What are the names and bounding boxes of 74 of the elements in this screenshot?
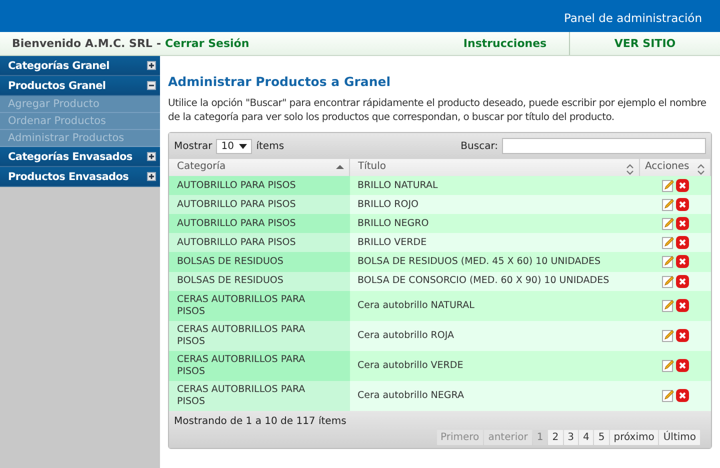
table-cell: CERAS AUTOBRILLOS PARA PISOS [169,380,350,411]
sidebar-section[interactable]: Productos Granel [0,76,160,96]
sidebar-section[interactable]: Categorías Granel [0,56,160,76]
table-cell: Cera autobrillo ROJA [350,320,640,351]
search-label: Buscar: [460,140,498,152]
expand-icon[interactable] [147,172,156,181]
table-cell: AUTOBRILLO PARA PISOS [169,176,350,196]
column-header[interactable]: Categoría [169,159,350,176]
edit-icon[interactable] [662,198,674,212]
edit-icon[interactable] [662,255,674,268]
table-cell: AUTOBRILLO PARA PISOS [169,233,350,252]
panel-title: Panel de administración [564,11,702,25]
logout-link[interactable]: Cerrar Sesión [165,37,250,50]
show-label: Mostrar [174,140,212,152]
table-cell: BOLSAS DE RESIDUOS [169,252,350,272]
page-button[interactable]: 4 [578,430,594,445]
sort-icon[interactable] [626,164,634,174]
edit-icon[interactable] [662,359,674,372]
table-cell: BOLSAS DE RESIDUOS [169,272,350,291]
table-cell: BRILLO NATURAL [350,176,640,196]
page-button[interactable]: próximo [610,430,658,445]
welcome-text: Bienvenido A.M.C. SRL [12,37,152,50]
table-cell: BRILLO NEGRO [350,214,640,234]
collapse-icon[interactable] [147,81,156,90]
search-field[interactable] [502,138,706,154]
edit-icon[interactable] [662,179,674,192]
table-cell: BOLSA DE RESIDUOS (MED. 45 X 60) 10 UNIDADES [350,252,640,272]
expand-icon[interactable] [147,61,156,70]
edit-icon[interactable] [662,274,674,288]
delete-icon[interactable] [676,217,688,230]
page-button[interactable]: 5 [594,430,609,445]
table-cell: Cera autobrillo NEGRA [350,380,640,411]
edit-icon[interactable] [662,299,674,312]
description-text: Utilice la opción "Buscar" para encontrar rápidamente el producto deseado, puede escribir por ejemplo el nombre de la categoría para ver solo los productos que correspondan, o buscar por título del producto. [168,97,708,125]
table-cell: AUTOBRILLO PARA PISOS [169,214,350,234]
column-header[interactable]: Acciones [640,159,710,176]
separator-text: - [156,37,162,50]
sidebar-section[interactable]: Categorías Envasados [0,147,160,167]
edit-icon[interactable] [662,217,674,230]
table-cell: CERAS AUTOBRILLOS PARA PISOS [169,350,350,381]
sidebar-section[interactable]: Productos Envasados [0,167,160,187]
delete-icon[interactable] [676,359,688,372]
column-header[interactable]: Título [350,159,640,176]
table-cell: BOLSA DE CONSORCIO (MED. 60 X 90) 10 UNIDADES [350,272,640,291]
table-cell: AUTOBRILLO PARA PISOS [169,195,350,214]
table-cell: CERAS AUTOBRILLOS PARA PISOS [169,290,350,321]
page-size-select[interactable]: 10 [216,138,252,154]
delete-icon[interactable] [676,274,688,288]
table-cell: Cera autobrillo NATURAL [350,290,640,321]
sort-icon[interactable] [697,164,705,174]
table-cell: BRILLO VERDE [350,233,640,252]
table-cell: Cera autobrillo VERDE [350,350,640,381]
nav-link[interactable]: Instrucciones [441,32,569,55]
edit-icon[interactable] [662,389,674,402]
page-button[interactable]: 2 [548,430,563,445]
page-button[interactable]: Último [659,430,700,445]
expand-icon[interactable] [147,152,156,161]
delete-icon[interactable] [676,179,688,192]
caret-icon [239,144,248,148]
page-button[interactable]: 3 [564,430,578,445]
delete-icon[interactable] [676,299,688,312]
table-cell: CERAS AUTOBRILLOS PARA PISOS [169,320,350,351]
delete-icon[interactable] [676,198,688,212]
page-heading: Administrar Productos a Granel [168,74,392,89]
items-label: ítems [256,140,284,152]
info-text: Mostrando de 1 a 10 de 117 ítems [174,416,348,427]
table-cell: BRILLO ROJO [350,195,640,214]
edit-icon[interactable] [662,329,674,342]
delete-icon[interactable] [676,389,688,402]
delete-icon[interactable] [676,329,688,342]
delete-icon[interactable] [676,255,688,268]
edit-icon[interactable] [662,236,674,250]
nav-link[interactable]: VER SITIO [569,32,720,55]
delete-icon[interactable] [676,236,688,250]
